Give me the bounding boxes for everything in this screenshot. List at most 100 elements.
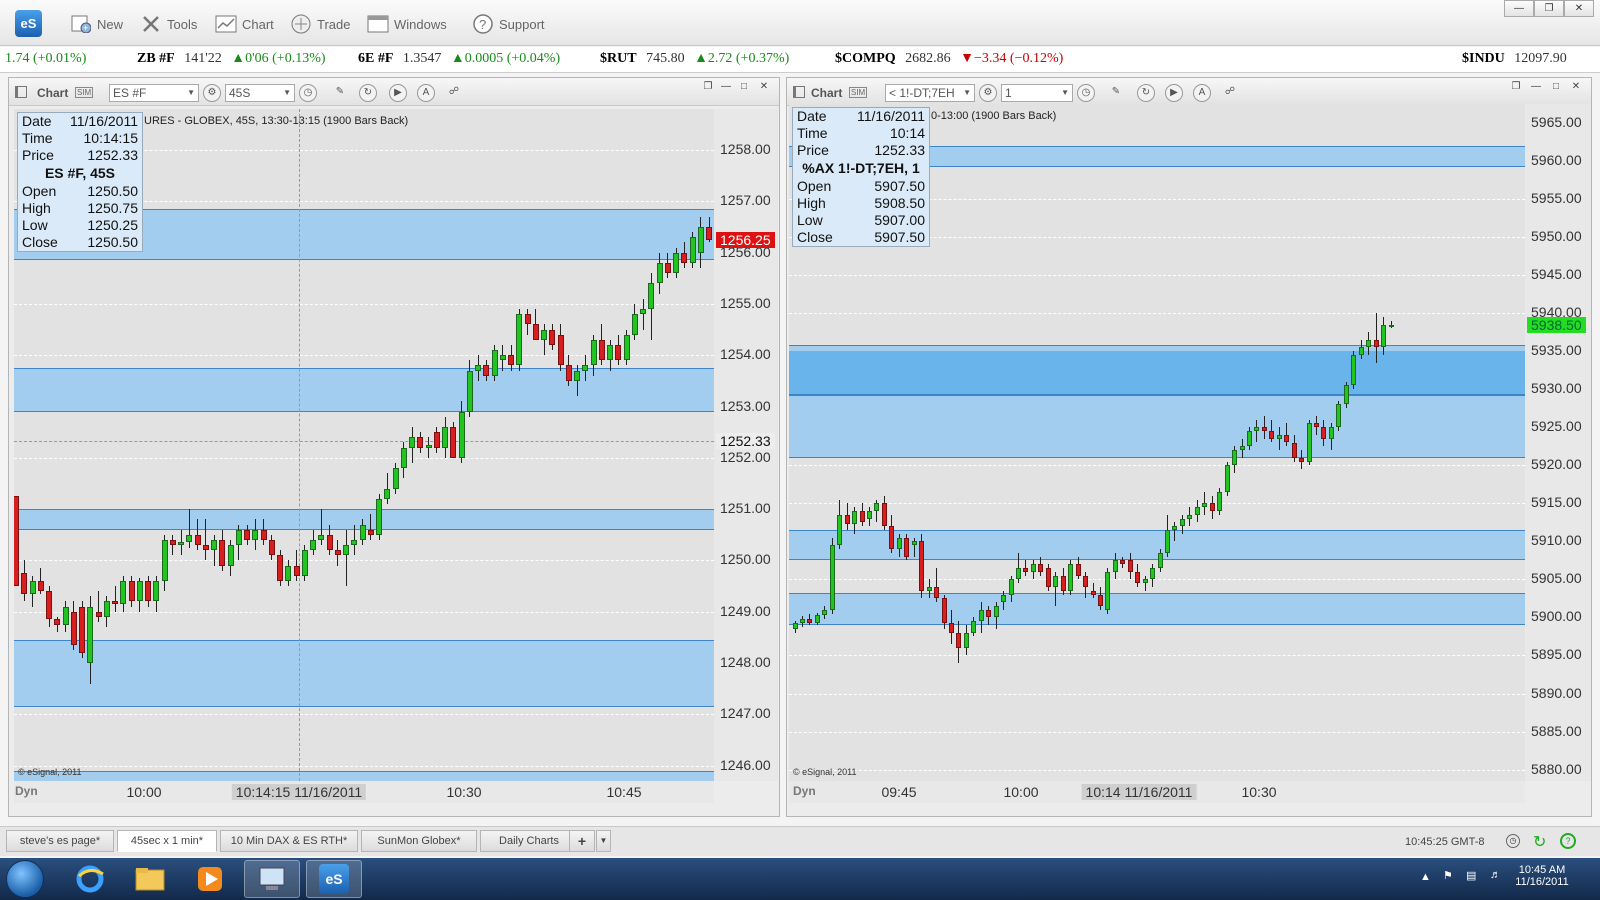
close-window-button[interactable]: ✕ (1564, 0, 1594, 17)
support-button[interactable]: ? Support (472, 12, 545, 36)
pencil-icon[interactable]: ✎ (331, 84, 349, 102)
candle (1172, 104, 1178, 781)
alert-icon[interactable]: A (1193, 84, 1211, 102)
link-icon[interactable]: ☍ (1221, 84, 1239, 102)
panel-minimize-icon[interactable]: — (717, 81, 735, 95)
panel-minimize-icon[interactable]: — (1527, 81, 1545, 95)
ticker-item[interactable]: ZB #F 141'22 ▲0'06 (+0.13%) (137, 51, 326, 67)
system-clock[interactable]: 10:45 AM 11/16/2011 (1512, 864, 1572, 888)
ticker-item[interactable]: $COMPQ 2682.86 ▼−3.34 (−0.12%) (835, 51, 1063, 67)
ticker-item[interactable]: $INDU 12097.90 (1462, 51, 1573, 67)
right-time-axis[interactable]: 09:45 10:00 10:14 11/16/2011 10:30 (789, 781, 1525, 803)
show-hidden-icons-icon[interactable]: ▲ (1420, 871, 1431, 883)
candle-body (211, 539, 217, 551)
page-tab[interactable]: 10 Min DAX & ES RTH* (220, 830, 358, 852)
panel-restore-icon[interactable]: ❐ (699, 81, 717, 95)
start-button-icon[interactable] (6, 860, 44, 898)
left-chart-plot[interactable]: URES - GLOBEX, 45S, 13:30-13:15 (1900 Ba… (14, 109, 714, 781)
trade-button[interactable]: Trade (290, 12, 350, 36)
tabs-dropdown-icon[interactable]: ▼ (596, 830, 611, 852)
data-window-row: Price 1252.33 (18, 147, 142, 164)
refresh-icon[interactable]: ↻ (1137, 84, 1155, 102)
panel-maximize-icon[interactable]: □ (1547, 81, 1565, 95)
candle (1157, 104, 1163, 781)
action-center-flag-icon[interactable]: ⚑ (1443, 869, 1453, 882)
ticker-item[interactable]: 6E #F 1.3547 ▲0.0005 (+0.04%) (358, 51, 560, 67)
candle-body (590, 339, 597, 366)
candle-body (95, 611, 102, 617)
price-tick-label: 5945.00 (1531, 266, 1582, 283)
ticker-item[interactable]: $RUT 745.80 ▲2.72 (+0.37%) (600, 51, 789, 67)
remote-desktop-icon[interactable] (244, 860, 300, 898)
data-window-value: 10:14 (889, 125, 925, 141)
volume-icon[interactable]: ♬ (1490, 869, 1501, 881)
interval-select[interactable]: 45S ▼ (225, 84, 295, 102)
right-price-axis[interactable]: 5960.00 5955.00 5950.00 5945.00 5940.00 5935.… (1525, 104, 1591, 781)
windows-button[interactable]: Windows (367, 12, 447, 36)
symbol-select[interactable]: ˂ 1!-DT;7EH ▼ (885, 84, 975, 102)
candle (565, 109, 572, 781)
internet-explorer-icon[interactable] (62, 860, 118, 898)
clock-icon[interactable]: ◷ (1077, 84, 1095, 102)
left-price-axis[interactable]: 1258.00 1257.00 1256.00 1255.00 1254.00 1253.… (714, 109, 778, 781)
candle-body (1179, 518, 1185, 527)
play-icon[interactable]: ▶ (389, 84, 407, 102)
candle (400, 109, 407, 781)
clock-status-icon[interactable]: ◷ (1506, 834, 1520, 848)
data-window-value: 11/16/2011 (857, 108, 925, 124)
candle-body (532, 324, 539, 340)
minimize-window-button[interactable]: — (1504, 0, 1534, 17)
clock-icon[interactable]: ◷ (299, 84, 317, 102)
network-icon[interactable]: ▤ (1466, 869, 1476, 882)
symbol-select[interactable]: ES #F ▼ (109, 84, 199, 102)
app-logo[interactable]: eS (15, 10, 42, 37)
chart-button[interactable]: Chart (215, 12, 274, 36)
candle-wick (205, 519, 207, 561)
candle (1090, 104, 1096, 781)
data-window-label: Price (797, 142, 829, 158)
new-button[interactable]: + New (70, 12, 123, 36)
panel-maximize-icon[interactable]: □ (735, 81, 753, 95)
candle (334, 109, 341, 781)
panel-close-icon[interactable]: ✕ (755, 81, 773, 95)
esignal-taskbar-icon[interactable]: eS (306, 860, 362, 898)
help-icon[interactable]: ? (1560, 833, 1576, 849)
play-icon[interactable]: ▶ (1165, 84, 1183, 102)
panel-restore-icon[interactable]: ❐ (1507, 81, 1525, 95)
settings-icon[interactable]: ⚙ (979, 84, 997, 102)
ticker-item[interactable]: 1.74 (+0.01%) (5, 51, 86, 67)
new-label: New (97, 16, 124, 32)
candle-body (911, 541, 917, 546)
page-tab-active[interactable]: 45sec x 1 min* (117, 830, 217, 852)
page-tab[interactable]: SunMon Globex* (361, 830, 477, 852)
candle-wick (1278, 427, 1280, 451)
page-tab[interactable]: steve's es page* (6, 830, 114, 852)
tools-button[interactable]: Tools (140, 12, 197, 36)
candle (466, 109, 473, 781)
candle-body (227, 545, 234, 566)
file-explorer-icon[interactable] (122, 860, 178, 898)
page-tab[interactable]: Daily Charts (480, 830, 578, 852)
candle-body (1045, 568, 1051, 588)
dyn-label[interactable]: Dyn (793, 784, 816, 798)
candle-body (1366, 339, 1372, 348)
alert-icon[interactable]: A (417, 84, 435, 102)
panel-close-icon[interactable]: ✕ (1567, 81, 1585, 95)
candle (202, 109, 209, 781)
refresh-icon[interactable]: ↻ (359, 84, 377, 102)
interval-select[interactable]: 1 ▼ (1001, 84, 1073, 102)
dyn-label[interactable]: Dyn (15, 784, 38, 798)
settings-icon[interactable]: ⚙ (203, 84, 221, 102)
pencil-icon[interactable]: ✎ (1107, 84, 1125, 102)
main-toolbar: eS + New Tools Chart Trade Windows ? Sup… (0, 0, 1600, 46)
candle-body (1224, 465, 1230, 492)
connection-status-icon[interactable]: ↻ (1533, 832, 1546, 852)
restore-window-button[interactable]: ❐ (1534, 0, 1564, 17)
media-player-icon[interactable] (182, 860, 238, 898)
left-time-axis[interactable]: 10:00 10:14:15 11/16/2011 10:30 10:45 (14, 781, 714, 803)
candle-body (120, 580, 127, 605)
link-icon[interactable]: ☍ (445, 84, 463, 102)
add-tab-button[interactable]: + (569, 830, 595, 852)
left-chart-titlebar: Chart SIM ES #F ▼ ⚙ 45S ▼ ◷ ✎ ↻ ▶ A ☍ ❐ — … (9, 78, 779, 106)
right-chart-plot[interactable]: 0-13:00 (1900 Bars Back) © eSignal, 2011 D… (789, 104, 1525, 781)
